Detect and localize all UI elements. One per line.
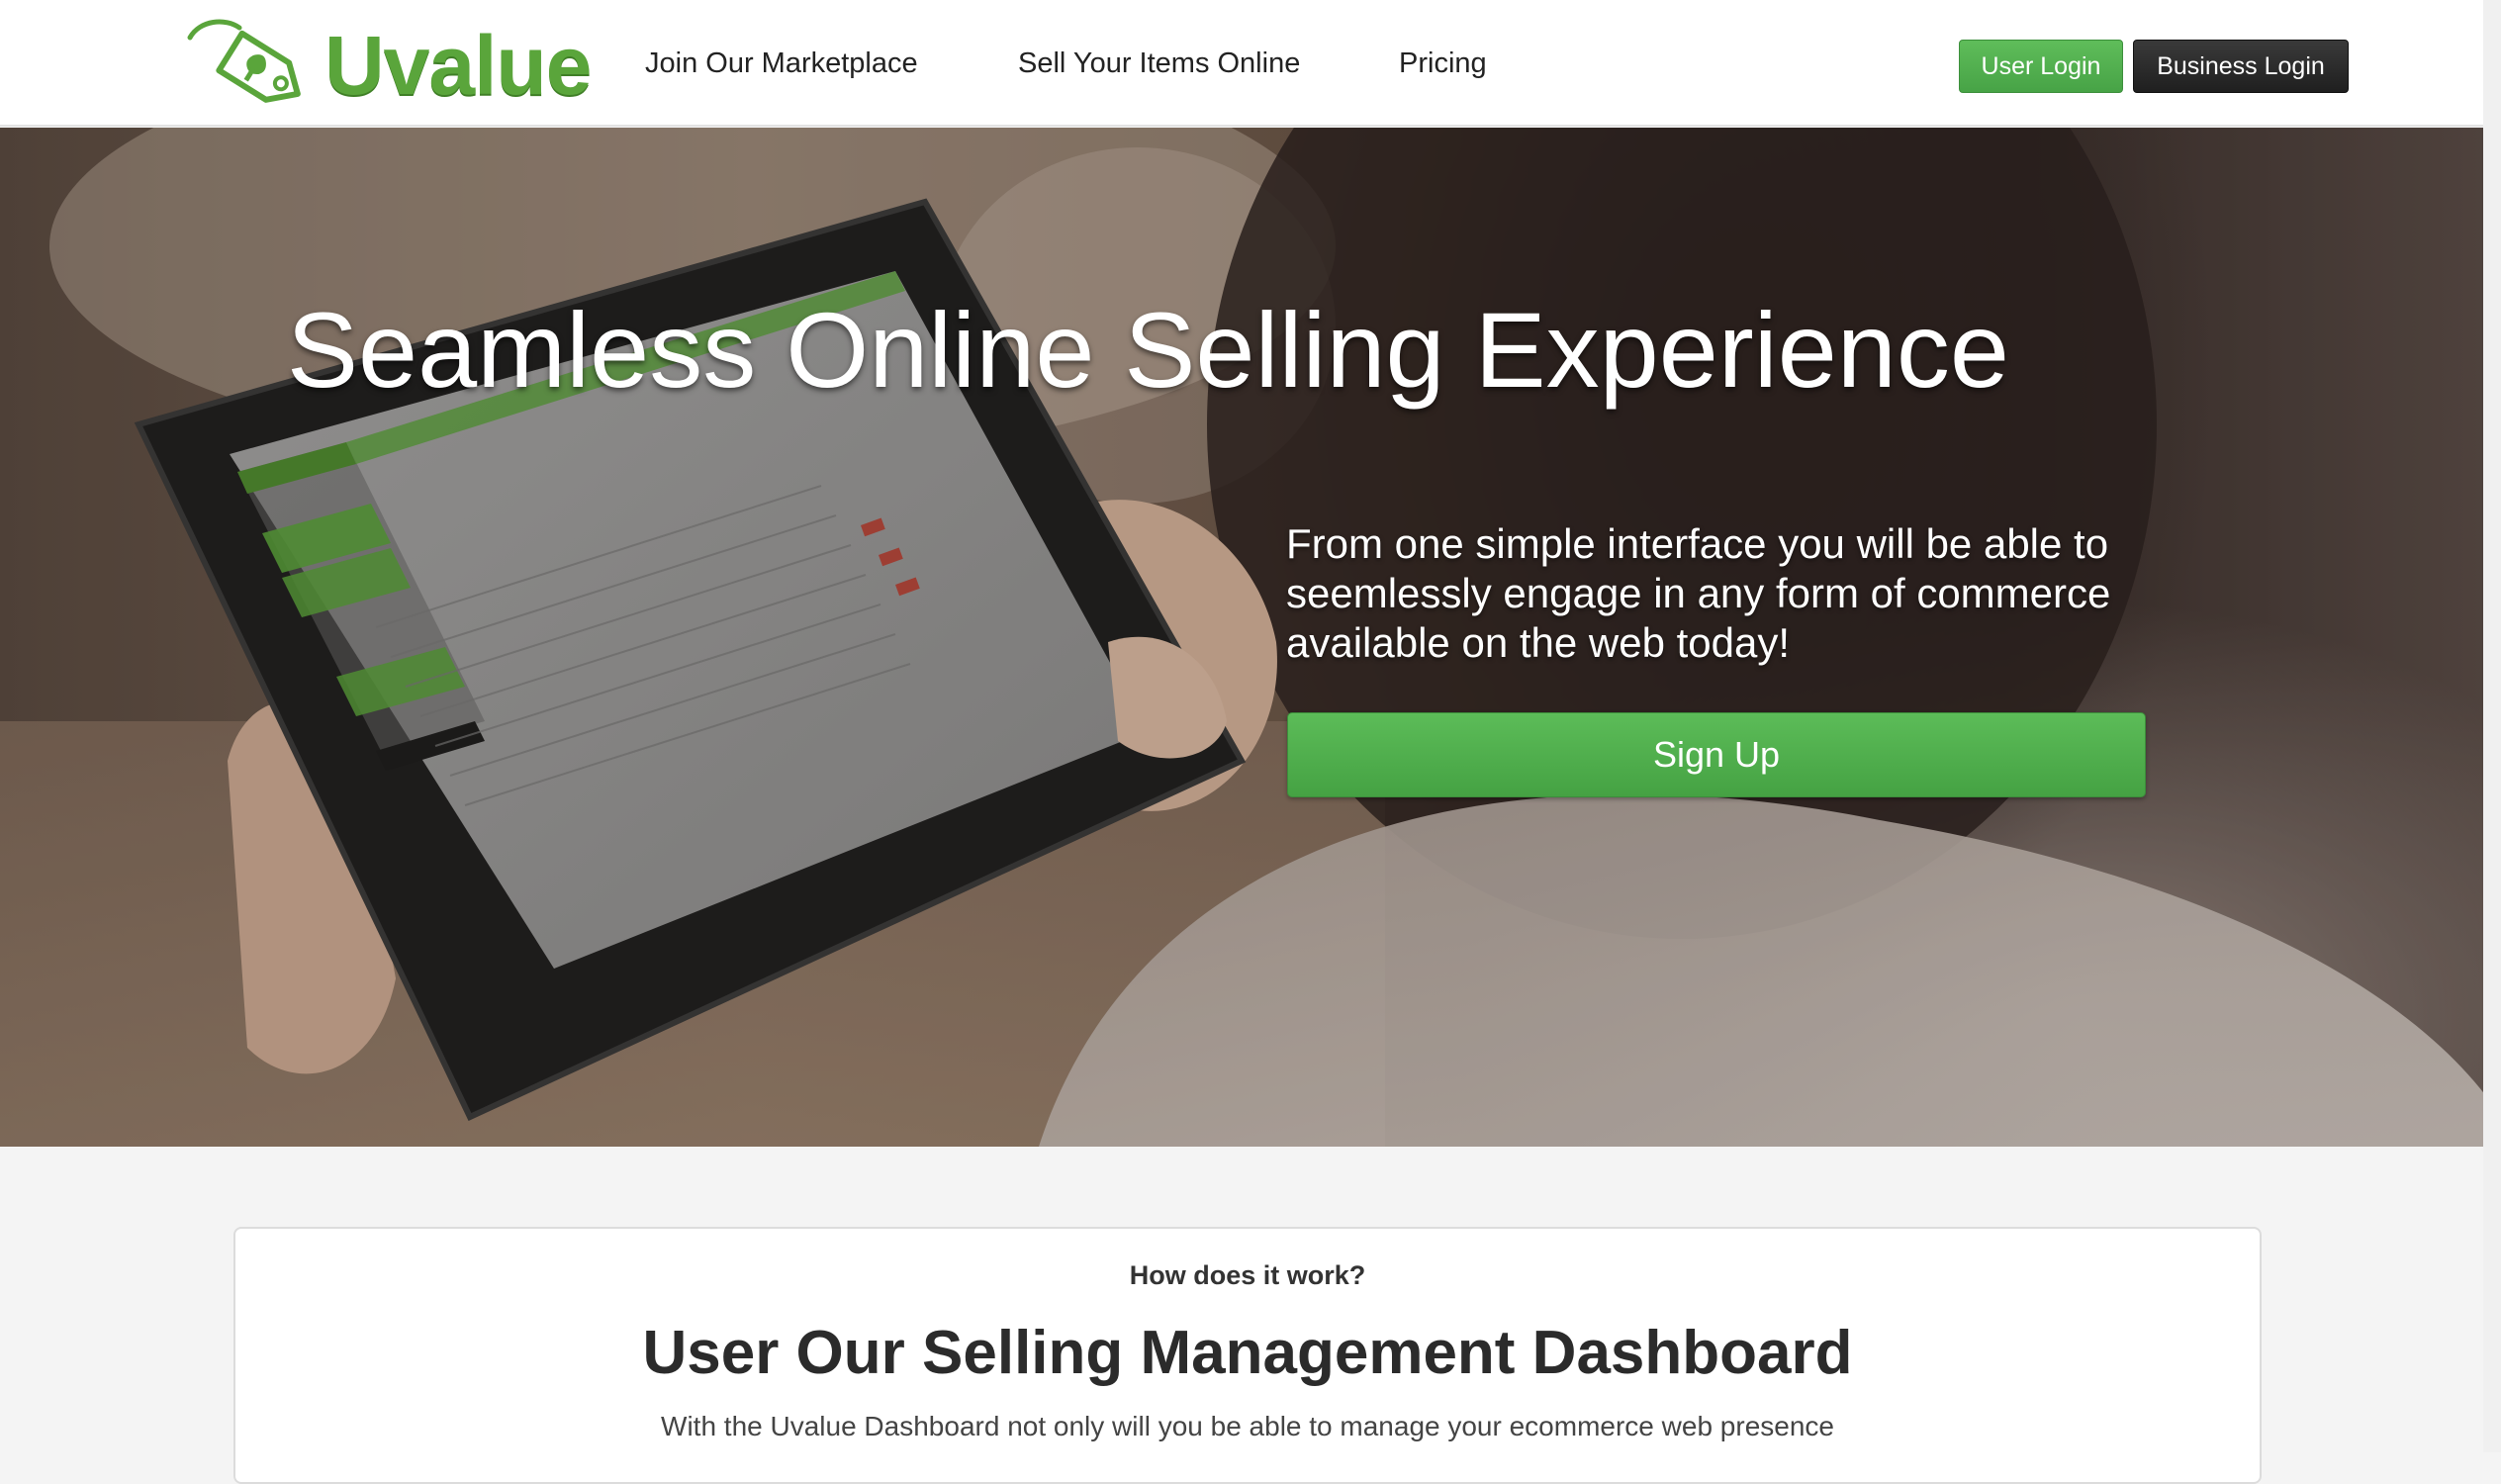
user-login-button[interactable]: User Login <box>1959 40 2123 93</box>
price-tag-icon <box>187 19 301 103</box>
top-navbar: Uvalue Join Our Marketplace Sell Your It… <box>0 0 2501 127</box>
logo-wordmark: Uvalue <box>324 19 592 112</box>
uvalue-logo[interactable]: Uvalue <box>186 12 592 121</box>
hero-subtitle-line: seemlessly engage in any form of commerc… <box>1286 570 2111 616</box>
dashboard-heading: User Our Selling Management Dashboard <box>642 1319 1853 1387</box>
how-it-works-kicker: How does it work? <box>1129 1260 1366 1290</box>
page-scrollbar[interactable] <box>2483 0 2501 1452</box>
hero-subtitle-line: available on the web today! <box>1286 619 1791 666</box>
sign-up-button[interactable]: Sign Up <box>1287 712 2146 797</box>
hero-section: Seamless Online Selling Experience From … <box>0 128 2501 1147</box>
hero-subtitle: From one simple interface you will be ab… <box>1286 519 2216 668</box>
hero-subtitle-line: From one simple interface you will be ab… <box>1286 520 2109 567</box>
hero-title: Seamless Online Selling Experience <box>287 290 2009 410</box>
nav-sell-items[interactable]: Sell Your Items Online <box>1018 44 1300 83</box>
nav-pricing[interactable]: Pricing <box>1399 44 1487 83</box>
business-login-button[interactable]: Business Login <box>2133 40 2349 93</box>
dashboard-description: With the Uvalue Dashboard not only will … <box>661 1411 1834 1441</box>
how-it-works-card: How does it work? User Our Selling Manag… <box>233 1227 2262 1484</box>
nav-join-marketplace[interactable]: Join Our Marketplace <box>645 44 918 83</box>
